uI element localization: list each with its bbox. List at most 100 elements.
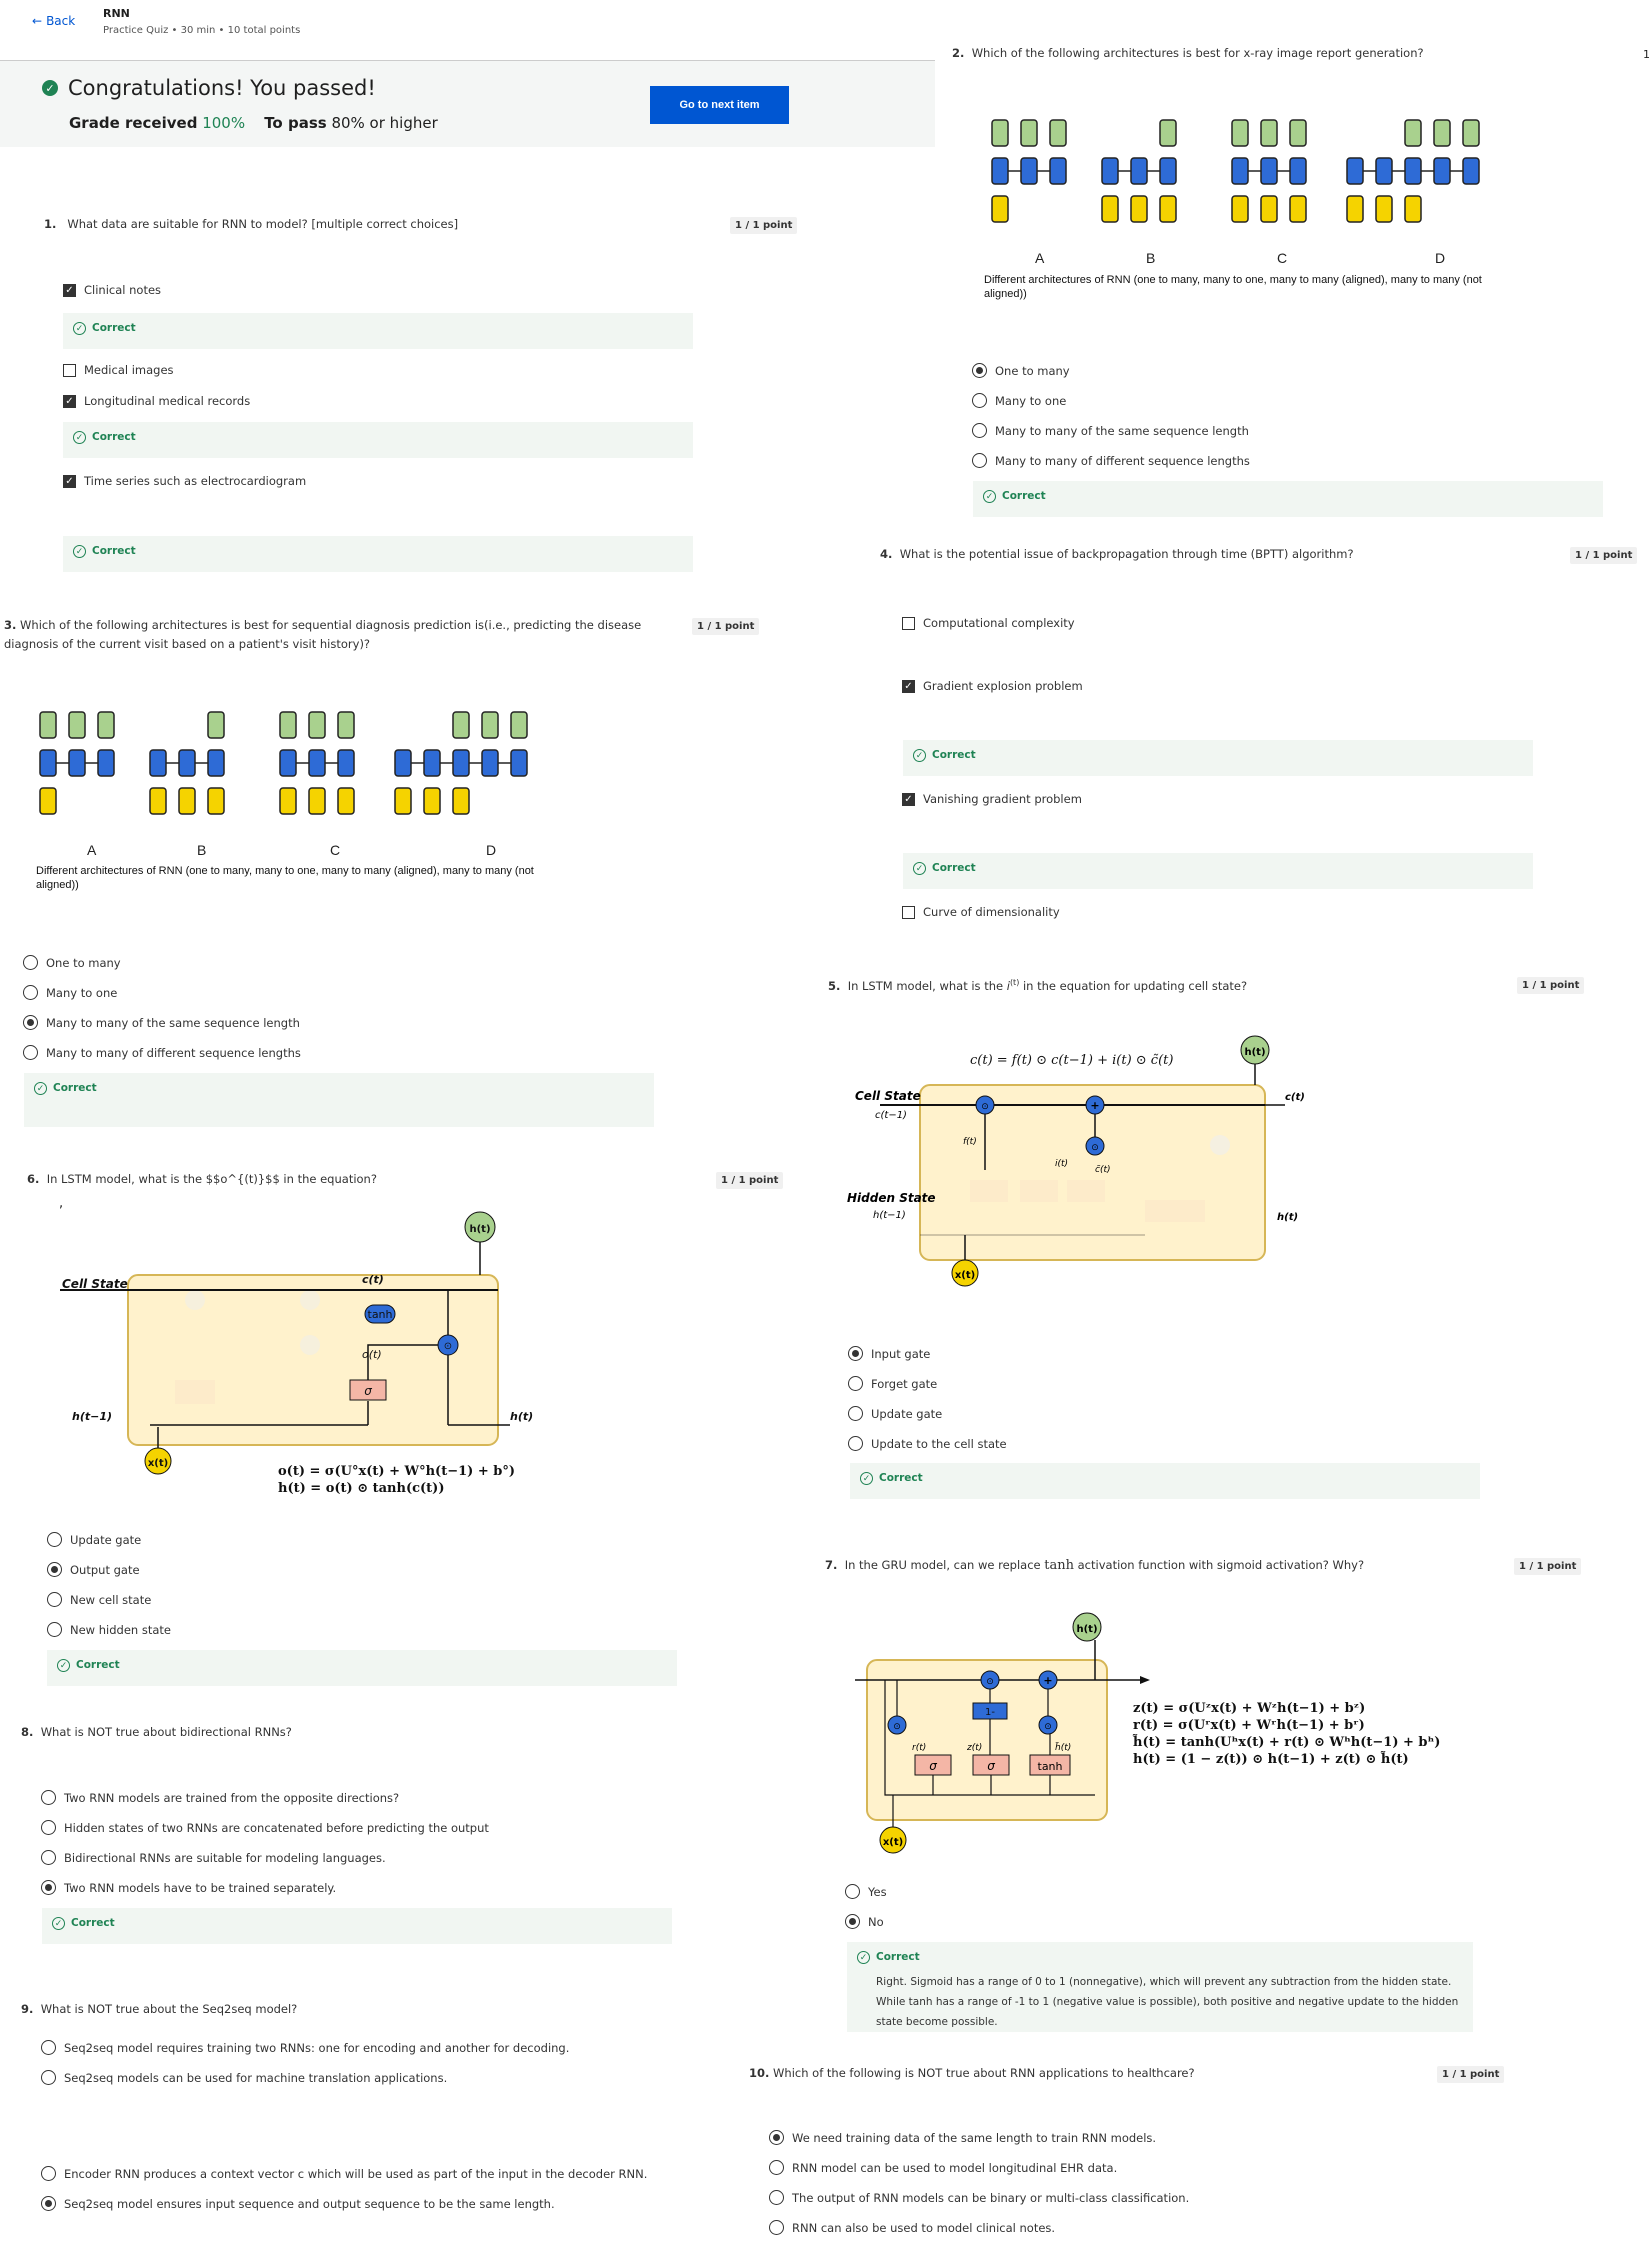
checkbox-checked-icon[interactable]: ✓ <box>902 792 915 806</box>
q6-feedback: ✓ Correct <box>47 1650 677 1686</box>
q6-option-1[interactable]: Update gate <box>47 1532 141 1547</box>
q6-option-3[interactable]: New cell state <box>47 1592 151 1607</box>
input-box <box>1289 195 1307 223</box>
radio-icon[interactable] <box>769 2190 784 2205</box>
radio-icon[interactable] <box>769 2160 784 2175</box>
q2-option-4[interactable]: Many to many of different sequence lengt… <box>972 453 1250 468</box>
faded-node-2 <box>300 1290 320 1310</box>
q4-number: 4. <box>880 547 893 561</box>
checkbox-checked-icon[interactable]: ✓ <box>63 283 76 297</box>
check-circle-icon: ✓ <box>73 545 86 558</box>
radio-selected-icon[interactable] <box>848 1346 863 1361</box>
q4-option-1[interactable]: Computational complexity <box>902 616 1075 630</box>
checkbox-checked-icon[interactable]: ✓ <box>902 679 915 693</box>
radio-selected-icon[interactable] <box>769 2130 784 2145</box>
q9-option-3[interactable]: Encoder RNN produces a context vector c … <box>41 2166 647 2181</box>
q10-option-1-label: We need training data of the same length… <box>792 2130 1157 2145</box>
q4-feedback-3: ✓ Correct <box>903 853 1533 889</box>
radio-selected-icon[interactable] <box>845 1914 860 1929</box>
q6-option-2[interactable]: Output gate <box>47 1562 140 1577</box>
q5-option-3[interactable]: Update gate <box>848 1406 942 1421</box>
radio-icon[interactable] <box>41 2166 56 2181</box>
q1-option-1[interactable]: ✓ Clinical notes <box>63 283 161 297</box>
radio-icon[interactable] <box>47 1592 62 1607</box>
next-item-button[interactable]: Go to next item <box>650 86 789 124</box>
q1-option-2[interactable]: Medical images <box>63 363 174 377</box>
radio-icon[interactable] <box>23 1045 38 1060</box>
q10-option-4[interactable]: RNN can also be used to model clinical n… <box>769 2220 1055 2235</box>
q9-option-4[interactable]: Seq2seq model ensures input sequence and… <box>41 2196 555 2211</box>
radio-icon[interactable] <box>41 1850 56 1865</box>
radio-icon[interactable] <box>47 1622 62 1637</box>
q9-option-1[interactable]: Seq2seq model requires training two RNNs… <box>41 2040 569 2055</box>
q10-option-2[interactable]: RNN model can be used to model longitudi… <box>769 2160 1117 2175</box>
q8-option-4[interactable]: Two RNN models have to be trained separa… <box>41 1880 336 1895</box>
radio-icon[interactable] <box>41 1790 56 1805</box>
q4-option-2[interactable]: ✓ Gradient explosion problem <box>902 679 1083 693</box>
checkbox-checked-icon[interactable]: ✓ <box>63 394 76 408</box>
q3-option-4-label: Many to many of different sequence lengt… <box>46 1045 301 1060</box>
checkbox-unchecked-icon[interactable] <box>902 616 915 630</box>
x-label: x(t) <box>148 1458 168 1469</box>
q5-option-1[interactable]: Input gate <box>848 1346 930 1361</box>
radio-icon[interactable] <box>972 423 987 438</box>
output-box <box>452 711 470 739</box>
q7-option-2[interactable]: No <box>845 1914 884 1929</box>
radio-icon[interactable] <box>23 955 38 970</box>
radio-icon[interactable] <box>41 2040 56 2055</box>
radio-icon[interactable] <box>41 1820 56 1835</box>
radio-icon[interactable] <box>848 1376 863 1391</box>
output-box <box>1049 119 1067 147</box>
radio-icon[interactable] <box>769 2220 784 2235</box>
q1-option-4[interactable]: ✓ Time series such as electrocardiogram <box>63 474 306 488</box>
q9-option-2[interactable]: Seq2seq models can be used for machine t… <box>41 2070 447 2085</box>
q5-option-4[interactable]: Update to the cell state <box>848 1436 1007 1451</box>
checkbox-checked-icon[interactable]: ✓ <box>63 474 76 488</box>
q7-option-1[interactable]: Yes <box>845 1884 887 1899</box>
radio-selected-icon[interactable] <box>41 2196 56 2211</box>
q3-option-4[interactable]: Many to many of different sequence lengt… <box>23 1045 301 1060</box>
q6-option-4[interactable]: New hidden state <box>47 1622 171 1637</box>
q10-option-1[interactable]: We need training data of the same length… <box>769 2130 1156 2145</box>
radio-selected-icon[interactable] <box>972 363 987 378</box>
hidden-box <box>1130 157 1148 185</box>
q2-option-2[interactable]: Many to one <box>972 393 1066 408</box>
arch-letter-a: A <box>1035 250 1045 266</box>
q3-option-3[interactable]: Many to many of the same sequence length <box>23 1015 300 1030</box>
q7-equations: z(t) = σ(Uᶻx(t) + Wᶻh(t−1) + bᶻ) r(t) = … <box>1133 1700 1440 1768</box>
radio-selected-icon[interactable] <box>23 1015 38 1030</box>
hidden-box <box>481 749 499 777</box>
q3-option-2[interactable]: Many to one <box>23 985 117 1000</box>
q3-option-1[interactable]: One to many <box>23 955 121 970</box>
q6-equations: o(t) = σ(U°x(t) + W°h(t−1) + b°) h(t) = … <box>278 1463 515 1497</box>
radio-icon[interactable] <box>845 1884 860 1899</box>
check-circle-icon: ✓ <box>73 322 86 335</box>
radio-icon[interactable] <box>47 1532 62 1547</box>
back-link[interactable]: ← Back <box>32 14 75 28</box>
q2-option-3[interactable]: Many to many of the same sequence length <box>972 423 1249 438</box>
checkbox-unchecked-icon[interactable] <box>902 905 915 919</box>
q4-option-3[interactable]: ✓ Vanishing gradient problem <box>902 792 1082 806</box>
q10-option-3[interactable]: The output of RNN models can be binary o… <box>769 2190 1189 2205</box>
q1-option-3[interactable]: ✓ Longitudinal medical records <box>63 394 250 408</box>
checkbox-unchecked-icon[interactable] <box>63 363 76 377</box>
q4-option-1-label: Computational complexity <box>923 616 1075 630</box>
radio-icon[interactable] <box>972 393 987 408</box>
radio-selected-icon[interactable] <box>47 1562 62 1577</box>
radio-icon[interactable] <box>23 985 38 1000</box>
radio-icon[interactable] <box>41 2070 56 2085</box>
radio-selected-icon[interactable] <box>41 1880 56 1895</box>
q6-option-2-label: Output gate <box>70 1562 140 1577</box>
radio-icon[interactable] <box>848 1436 863 1451</box>
q8-option-1[interactable]: Two RNN models are trained from the oppo… <box>41 1790 399 1805</box>
question-7: 7. In the GRU model, can we replace tanh… <box>825 1556 1364 1575</box>
q2-option-1[interactable]: One to many <box>972 363 1070 378</box>
radio-icon[interactable] <box>848 1406 863 1421</box>
q5-option-2[interactable]: Forget gate <box>848 1376 937 1391</box>
q8-option-2[interactable]: Hidden states of two RNNs are concatenat… <box>41 1820 489 1835</box>
q7-text-after: activation function with sigmoid activat… <box>1073 1558 1365 1572</box>
radio-icon[interactable] <box>972 453 987 468</box>
q8-option-3[interactable]: Bidirectional RNNs are suitable for mode… <box>41 1850 386 1865</box>
q4-option-4-label: Curve of dimensionality <box>923 905 1060 919</box>
q4-option-4[interactable]: Curve of dimensionality <box>902 905 1060 919</box>
